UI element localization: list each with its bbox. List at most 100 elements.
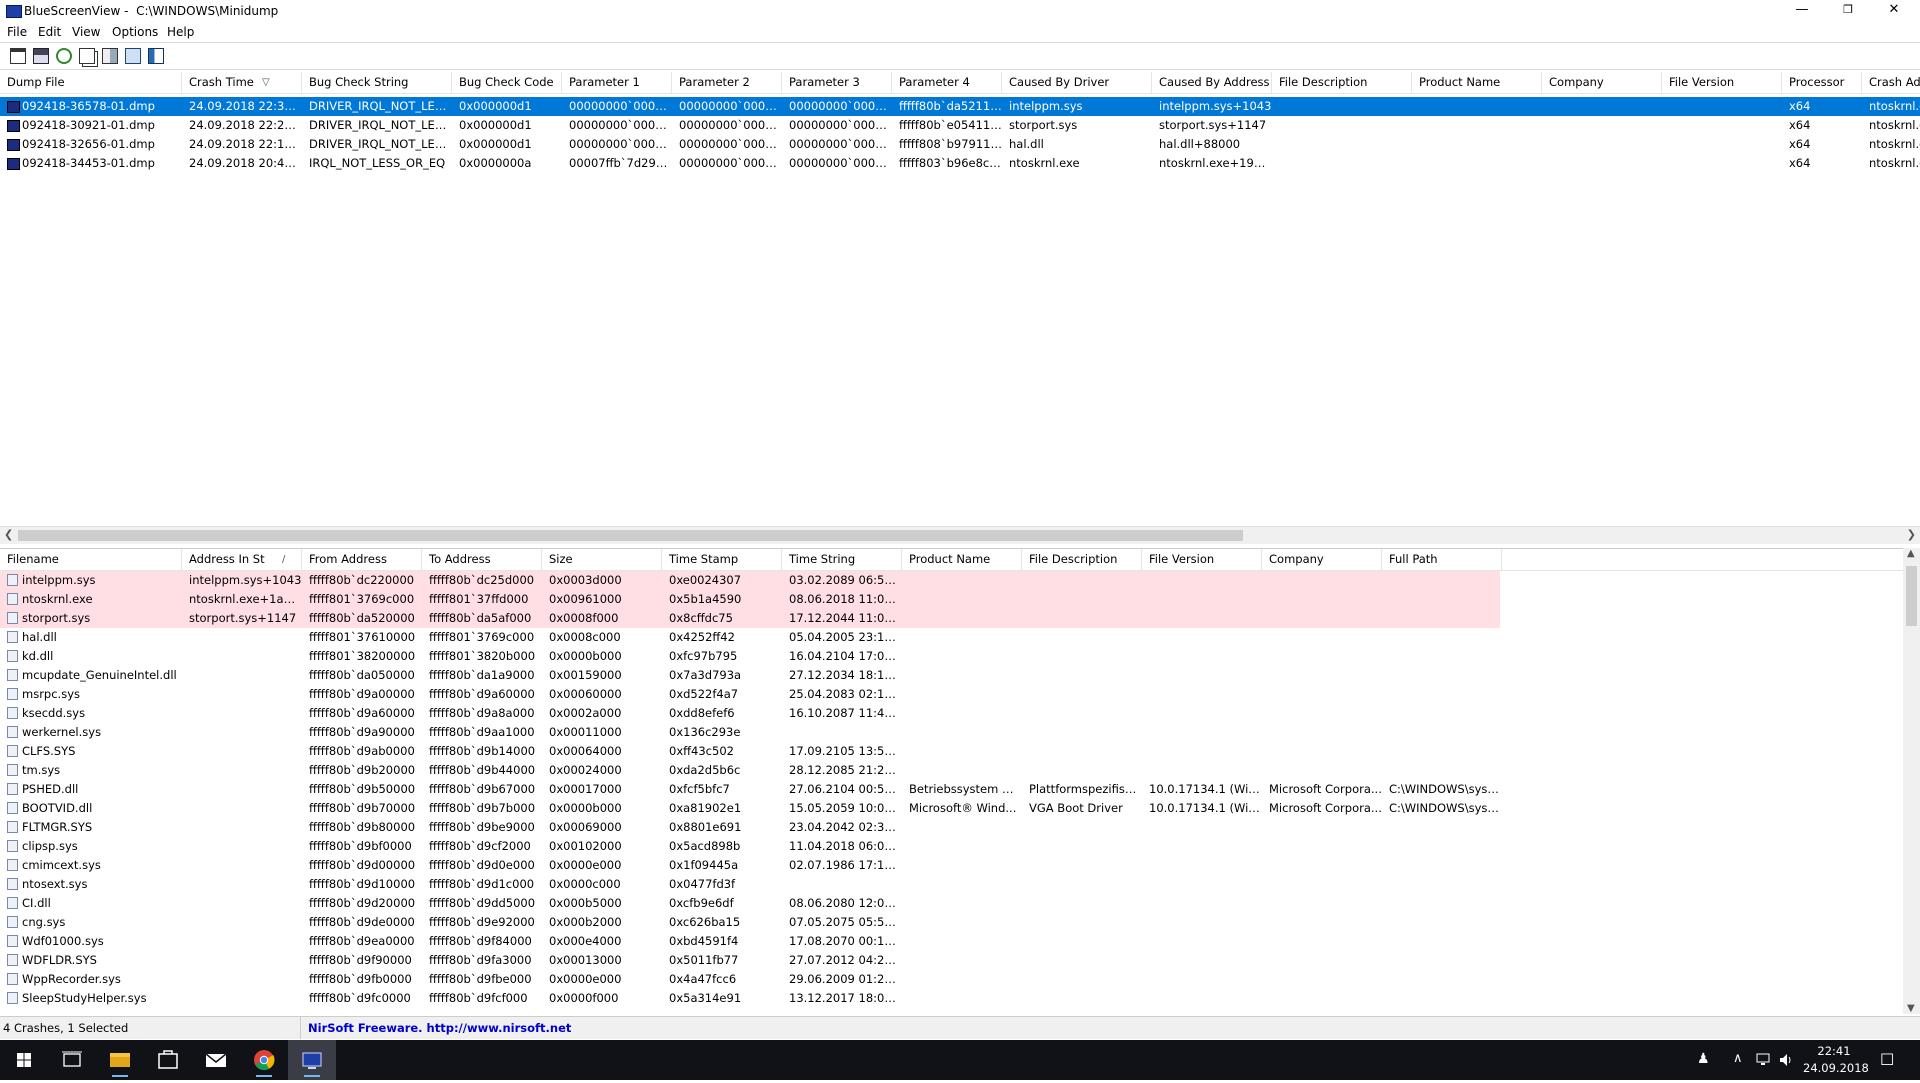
driver-cell: 0x0002a000	[549, 706, 622, 720]
col-file-version[interactable]: File Version	[1142, 549, 1262, 570]
crash-row[interactable]: 092418-30921-01.dmp 24.09.2018 22:25:20 DR…	[0, 116, 1920, 135]
hscroll-thumb[interactable]	[18, 530, 1243, 541]
col-time-string[interactable]: Time String	[782, 549, 902, 570]
driver-list-vscrollbar[interactable]: ▲ ▼	[1903, 548, 1920, 1014]
menu-options[interactable]: Options	[112, 25, 158, 39]
col-caused-by-driver[interactable]: Caused By Driver	[1002, 72, 1152, 93]
col-product-name[interactable]: Product Name	[1412, 72, 1542, 93]
restore-button[interactable]: ❐	[1825, 0, 1871, 22]
driver-row[interactable]: SleepStudyHelper.sys fffff80b`d9fc0000 fff…	[0, 989, 1903, 1008]
col-file-description[interactable]: File Description	[1022, 549, 1142, 570]
driver-row[interactable]: BOOTVID.dll fffff80b`d9b70000 fffff80b`d9b…	[0, 799, 1903, 818]
driver-row[interactable]: intelppm.sys intelppm.sys+1043 fffff80b`dc…	[0, 571, 1903, 590]
driver-row[interactable]: cng.sys fffff80b`d9de0000 fffff80b`d9e9200…	[0, 913, 1903, 932]
col-company[interactable]: Company	[1542, 72, 1662, 93]
notification-icon[interactable]: ☐	[1880, 1050, 1894, 1069]
driver-row[interactable]: hal.dll fffff801`37610000 fffff801`3769c00…	[0, 628, 1903, 647]
task-view-button[interactable]	[48, 1040, 96, 1080]
driver-row[interactable]: msrpc.sys fffff80b`d9a00000 fffff80b`d9a60…	[0, 685, 1903, 704]
crash-row[interactable]: 092418-34453-01.dmp 24.09.2018 20:46:30 IR…	[0, 154, 1920, 173]
start-button[interactable]	[0, 1040, 48, 1080]
driver-row[interactable]: ntosext.sys fffff80b`d9d10000 fffff80b`d9d…	[0, 875, 1903, 894]
scroll-up-icon[interactable]: ▲	[1907, 548, 1915, 559]
driver-cell: 11.04.2018 06:05:31	[789, 839, 902, 853]
menu-view[interactable]: View	[72, 25, 100, 39]
col-bug-check-string[interactable]: Bug Check String	[302, 72, 452, 93]
scroll-down-icon[interactable]: ▼	[1907, 1003, 1915, 1014]
clock-date[interactable]: 24.09.2018	[1803, 1061, 1869, 1075]
options-button[interactable]	[102, 48, 118, 64]
driver-cell	[1262, 666, 1382, 685]
col-parameter-4[interactable]: Parameter 4	[892, 72, 1002, 93]
col-time-stamp[interactable]: Time Stamp	[662, 549, 782, 570]
col-parameter-3[interactable]: Parameter 3	[782, 72, 892, 93]
driver-row[interactable]: storport.sys storport.sys+1147 fffff80b`da…	[0, 609, 1903, 628]
driver-row[interactable]: WDFLDR.SYS fffff80b`d9f90000 fffff80b`d9fa…	[0, 951, 1903, 970]
tray-chevron-icon[interactable]: ∧	[1733, 1051, 1743, 1066]
col-full-path[interactable]: Full Path	[1382, 549, 1502, 570]
col-caused-by-address[interactable]: Caused By Address	[1152, 72, 1272, 93]
driver-row[interactable]: clipsp.sys fffff80b`d9bf0000 fffff80b`d9cf…	[0, 837, 1903, 856]
mail-button[interactable]	[192, 1040, 240, 1080]
col-company[interactable]: Company	[1262, 549, 1382, 570]
network-icon[interactable]	[1756, 1053, 1772, 1067]
crash-cell: intelppm.sys+1043	[1159, 99, 1272, 113]
col-from-address[interactable]: From Address	[302, 549, 422, 570]
driver-row[interactable]: werkernel.sys fffff80b`d9a90000 fffff80b`d…	[0, 723, 1903, 742]
clock-time[interactable]: 22:41	[1809, 1044, 1859, 1058]
scroll-right-icon[interactable]: ❯	[1907, 528, 1916, 541]
driver-row[interactable]: Wdf01000.sys fffff80b`d9ea0000 fffff80b`d9…	[0, 932, 1903, 951]
driver-cell	[1022, 628, 1142, 647]
exit-button[interactable]	[148, 48, 164, 64]
chrome-button[interactable]	[240, 1040, 288, 1080]
menu-file[interactable]: File	[7, 25, 27, 39]
driver-row[interactable]: CLFS.SYS fffff80b`d9ab0000 fffff80b`d9b140…	[0, 742, 1903, 761]
file-explorer-button[interactable]	[96, 1040, 144, 1080]
col-product-name[interactable]: Product Name	[902, 549, 1022, 570]
col-file-version[interactable]: File Version	[1662, 72, 1782, 93]
properties-button[interactable]	[10, 48, 26, 64]
driver-cell: 0x0003d000	[549, 573, 622, 587]
driver-row[interactable]: WppRecorder.sys fffff80b`d9fb0000 fffff80b…	[0, 970, 1903, 989]
col-file-description[interactable]: File Description	[1272, 72, 1412, 93]
find-button[interactable]	[125, 48, 141, 64]
volume-icon[interactable]	[1778, 1052, 1794, 1068]
col-filename[interactable]: Filename	[0, 549, 182, 570]
col-parameter-2[interactable]: Parameter 2	[672, 72, 782, 93]
driver-row[interactable]: PSHED.dll fffff80b`d9b50000 fffff80b`d9b67…	[0, 780, 1903, 799]
store-button[interactable]	[144, 1040, 192, 1080]
save-button[interactable]	[33, 48, 49, 64]
col-crash-address[interactable]: Crash Add	[1862, 72, 1920, 93]
driver-row[interactable]: kd.dll fffff801`38200000 fffff801`3820b000…	[0, 647, 1903, 666]
col-bug-check-code[interactable]: Bug Check Code	[452, 72, 562, 93]
copy-button[interactable]	[79, 48, 95, 64]
menu-help[interactable]: Help	[167, 25, 194, 39]
driver-row[interactable]: cmimcext.sys fffff80b`d9d00000 fffff80b`d9…	[0, 856, 1903, 875]
col-size[interactable]: Size	[542, 549, 662, 570]
driver-row[interactable]: ntoskrnl.exe ntoskrnl.exe+1a8e69 fffff801`…	[0, 590, 1903, 609]
menu-edit[interactable]: Edit	[38, 25, 61, 39]
col-to-address[interactable]: To Address	[422, 549, 542, 570]
close-button[interactable]: ✕	[1871, 0, 1917, 22]
col-address-in-stack[interactable]: Address In St /	[182, 549, 302, 570]
bluescreenview-button[interactable]	[288, 1040, 336, 1080]
driver-row[interactable]: mcupdate_GenuineIntel.dll fffff80b`da0500…	[0, 666, 1903, 685]
vscroll-thumb[interactable]	[1906, 566, 1917, 626]
col-processor[interactable]: Processor	[1782, 72, 1862, 93]
driver-row[interactable]: CI.dll fffff80b`d9d20000 fffff80b`d9dd5000…	[0, 894, 1903, 913]
col-crash-time[interactable]: Crash Time ▽	[182, 72, 302, 93]
driver-row[interactable]: FLTMGR.SYS fffff80b`d9b80000 fffff80b`d9be…	[0, 818, 1903, 837]
scroll-left-icon[interactable]: ❮	[4, 528, 13, 541]
refresh-button[interactable]	[56, 48, 72, 64]
crash-row[interactable]: 092418-32656-01.dmp 24.09.2018 22:17:29 DR…	[0, 135, 1920, 154]
crash-list-hscrollbar[interactable]: ❮ ❯	[0, 526, 1920, 544]
driver-row[interactable]: tm.sys fffff80b`d9b20000 fffff80b`d9b44000…	[0, 761, 1903, 780]
driver-cell: fffff80b`d9be9000	[429, 820, 535, 834]
nirsoft-link[interactable]: NirSoft Freeware. http://www.nirsoft.net	[308, 1021, 571, 1035]
col-parameter-1[interactable]: Parameter 1	[562, 72, 672, 93]
crash-row[interactable]: 092418-36578-01.dmp 24.09.2018 22:35:19 DR…	[0, 97, 1920, 116]
people-icon[interactable]: ♟	[1697, 1051, 1710, 1067]
driver-row[interactable]: ksecdd.sys fffff80b`d9a60000 fffff80b`d9a8…	[0, 704, 1903, 723]
col-dump-file[interactable]: Dump File	[0, 72, 182, 93]
minimize-button[interactable]: —	[1779, 0, 1825, 22]
